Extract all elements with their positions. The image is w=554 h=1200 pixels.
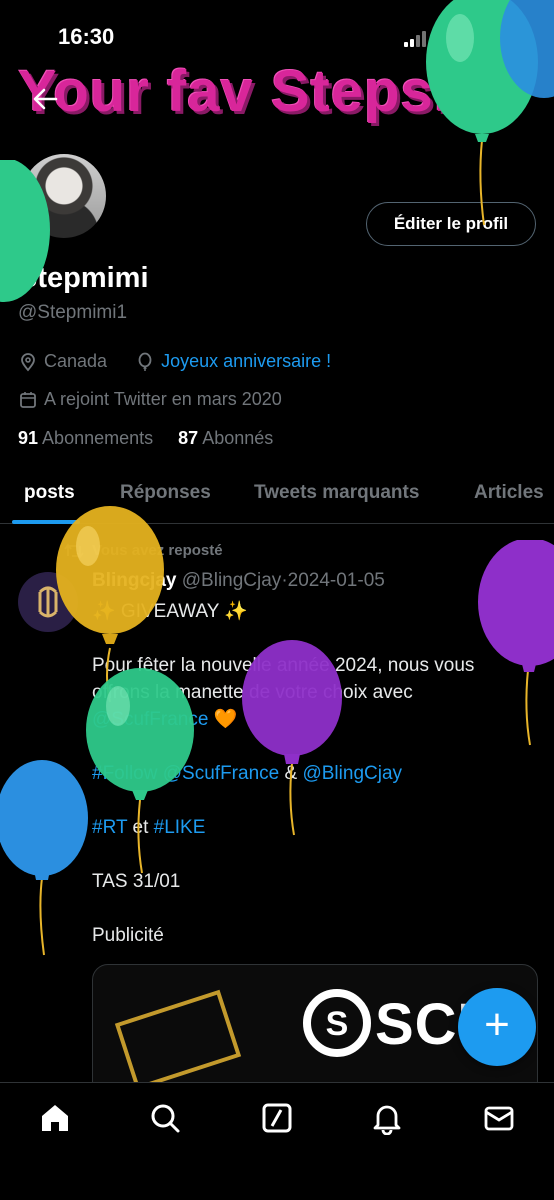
post-announcement-text: Pour fêter la nouvelle année 2024, nous … — [92, 655, 475, 703]
post-line-follow: #Follow @ScufFrance & @BlingCjay — [92, 760, 532, 787]
post-author-avatar[interactable] — [18, 572, 78, 632]
explore-icon[interactable] — [148, 1101, 182, 1135]
post-author-name[interactable]: Blingcjay — [92, 570, 176, 591]
repost-indicator: Vous avez reposté — [64, 542, 223, 559]
user-handle: @Stepmimi1 — [18, 302, 128, 323]
followers-count: 87 — [178, 428, 199, 448]
banner-title: Your fav Stepsis — [18, 59, 485, 124]
back-arrow-icon[interactable] — [30, 84, 60, 114]
post-body: ✨ GIVEAWAY ✨ Pour fêter la nouvelle anné… — [92, 598, 532, 976]
cell-signal-icon — [404, 31, 430, 47]
profile-tabs: posts Réponses Tweets marquants Articles — [0, 470, 554, 524]
tab-posts[interactable]: posts — [24, 482, 75, 504]
following-count: 91 — [18, 428, 39, 448]
follow-stats: 91 Abonnements 87 Abonnés — [18, 428, 273, 449]
mention-scuffrance-2[interactable]: @ScufFrance — [163, 763, 279, 784]
post-ad-label: Publicité — [92, 925, 164, 946]
bottom-nav — [0, 1082, 554, 1200]
calendar-icon — [20, 391, 36, 408]
profile-meta-joined-row: A rejoint Twitter en mars 2020 — [18, 389, 282, 410]
ampersand: & — [284, 763, 298, 784]
status-time: 16:30 — [58, 24, 115, 49]
post-author-handle[interactable]: @BlingCjay — [182, 570, 282, 591]
post-author-line: Blingcjay @BlingCjay·2024-01-05 — [92, 570, 385, 592]
location-icon — [21, 352, 35, 371]
gift-graphic — [114, 989, 242, 1091]
compose-button[interactable]: + — [458, 988, 536, 1066]
tab-replies[interactable]: Réponses — [120, 482, 211, 504]
avatar[interactable] — [18, 150, 110, 242]
scuf-logo-icon: S — [303, 989, 371, 1057]
birthday-link[interactable]: Joyeux anniversaire ! — [161, 351, 331, 372]
display-name: Stepmimi — [18, 262, 149, 294]
post-line-giveaway: ✨ GIVEAWAY ✨ — [92, 601, 249, 622]
hashtag-rt[interactable]: #RT — [92, 817, 127, 838]
post-line-rt-like: #RT et #LIKE — [92, 814, 532, 841]
search-icon[interactable] — [492, 86, 522, 116]
followers-label: Abonnés — [202, 428, 274, 448]
edit-profile-button[interactable]: Éditer le profil — [366, 202, 536, 246]
grok-icon[interactable] — [260, 1101, 294, 1135]
svg-text:S: S — [326, 1005, 349, 1043]
repost-text: Vous avez reposté — [92, 542, 223, 559]
author-logo-icon — [38, 586, 58, 618]
profile-meta-location-row: Canada Joyeux anniversaire ! — [18, 351, 331, 372]
following-label: Abonnements — [42, 428, 154, 448]
post-date[interactable]: 2024-01-05 — [288, 570, 385, 591]
joined-date: A rejoint Twitter en mars 2020 — [44, 389, 282, 409]
post-line-announcement: Pour fêter la nouvelle année 2024, nous … — [92, 652, 532, 733]
post-line-tas: TAS 31/01 — [92, 871, 181, 892]
balloon-blue-left — [0, 760, 88, 956]
hashtag-follow[interactable]: #Follow — [92, 763, 157, 784]
profile-location: Canada — [44, 351, 108, 371]
mail-icon[interactable] — [482, 1101, 516, 1135]
tab-highlights[interactable]: Tweets marquants — [254, 482, 419, 504]
tab-articles[interactable]: Articles — [474, 482, 544, 504]
mention-blingcjay[interactable]: @BlingCjay — [302, 763, 402, 784]
word-et: et — [132, 817, 149, 838]
battery-indicator: 16 — [478, 26, 520, 46]
followers-link[interactable]: 87 Abonnés — [178, 428, 273, 448]
tab-active-indicator — [12, 520, 80, 524]
heart-emoji: 🧡 — [213, 709, 238, 730]
mention-scuffrance[interactable]: @ScufFrance — [92, 709, 208, 730]
bell-icon[interactable] — [370, 1101, 404, 1135]
wifi-icon — [444, 27, 468, 44]
balloon-icon — [138, 352, 152, 371]
repost-icon — [64, 543, 84, 558]
post-more-button[interactable]: ··· — [512, 566, 532, 589]
following-link[interactable]: 91 Abonnements — [18, 428, 153, 448]
hashtag-like[interactable]: #LIKE — [154, 817, 206, 838]
home-icon[interactable] — [38, 1101, 72, 1135]
